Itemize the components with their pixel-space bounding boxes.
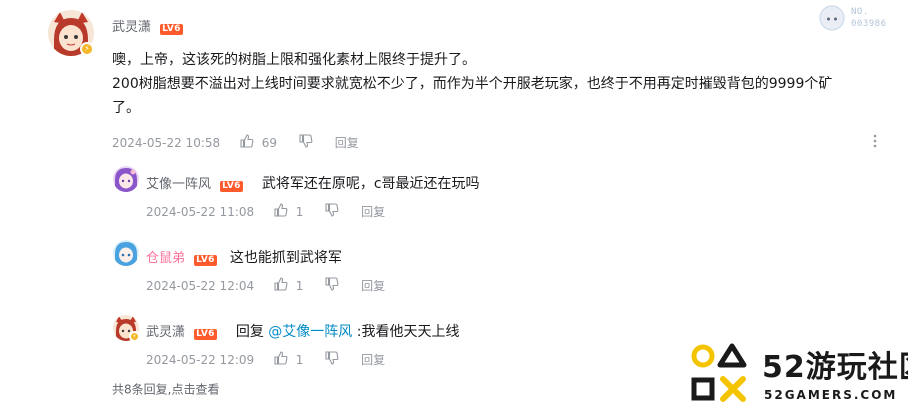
reply-button[interactable]: 回复 <box>335 136 359 150</box>
level-badge: LV6 <box>220 181 243 192</box>
watermark-title-cn: 游玩社区 <box>805 350 908 385</box>
fan-badge-avatar-icon <box>819 5 845 31</box>
comment-line: 噢，上帝，这该死的树脂上限和强化素材上限终于提升了。 <box>112 52 476 68</box>
reply-header: 仓鼠弟 LV6 这也能抓到武将军 <box>146 246 342 270</box>
watermark-domain: 52GAMERS.COM <box>764 388 898 402</box>
reply-meta: 2024-05-22 12:04 1 回复 <box>146 277 385 295</box>
comment-line: 了。 <box>112 100 140 116</box>
level-badge: LV6 <box>160 24 183 35</box>
fan-badge-label: NO. <box>851 7 869 17</box>
like-count: 69 <box>261 136 278 150</box>
like-count: 1 <box>295 353 304 367</box>
verified-badge-icon: ⚡ <box>80 42 94 56</box>
replies-footer: 共8条回复,点击查看 <box>112 381 219 398</box>
username[interactable]: 艾像一阵风 <box>146 177 211 192</box>
thumbs-down-icon[interactable] <box>325 203 339 221</box>
reply-content: 武将军还在原呢，c哥最近还在玩吗 <box>261 176 480 192</box>
reply-content: 回复 @艾像一阵风 :我看他天天上线 <box>236 324 460 340</box>
reply-date: 2024-05-22 12:04 <box>146 279 255 293</box>
reply-date: 2024-05-22 11:08 <box>146 205 255 219</box>
reply-count: 共8条回复, <box>112 382 172 397</box>
reply-header: 艾像一阵风 LV6 武将军还在原呢，c哥最近还在玩吗 <box>146 172 480 196</box>
avatar[interactable] <box>113 240 139 266</box>
gamepad-symbols-icon <box>691 343 747 402</box>
verified-badge-icon: ⚡ <box>129 331 140 342</box>
more-vertical-icon[interactable] <box>872 133 878 149</box>
fan-badge: NO. 003986 <box>818 4 898 36</box>
username[interactable]: 仓鼠弟 <box>146 251 185 266</box>
avatar[interactable] <box>113 166 139 192</box>
watermark-title-num: 52 <box>762 350 806 385</box>
level-badge: LV6 <box>194 255 217 266</box>
avatar-image <box>113 166 139 192</box>
reply-prefix: 回复 <box>235 324 269 340</box>
reply-text: :我看他天天上线 <box>352 324 460 340</box>
reply-button[interactable]: 回复 <box>361 353 385 367</box>
avatar-image <box>113 240 139 266</box>
thumbs-down-icon[interactable] <box>325 351 339 369</box>
like-count: 1 <box>295 205 304 219</box>
watermark-logo: 52游玩社区 52GAMERS.COM <box>690 342 908 410</box>
reply-date: 2024-05-22 12:09 <box>146 353 255 367</box>
watermark-title: 52游玩社区 <box>762 342 908 386</box>
username[interactable]: 武灵潇 <box>146 325 185 340</box>
reply-meta: 2024-05-22 11:08 1 回复 <box>146 203 385 221</box>
comment-content: 噢，上帝，这该死的树脂上限和强化素材上限终于提升了。 200树脂想要不溢出对上线… <box>112 48 892 120</box>
thumbs-down-icon[interactable] <box>325 277 339 295</box>
reply-header: 武灵潇 LV6 回复 @艾像一阵风 :我看他天天上线 <box>146 320 459 344</box>
view-all-link[interactable]: 点击查看 <box>171 383 219 397</box>
comment-header: 武灵潇 LV6 <box>112 16 183 36</box>
thumbs-up-icon[interactable] <box>274 203 288 221</box>
comment-line: 200树脂想要不溢出对上线时间要求就宽松不少了，而作为半个开服老玩家，也终于不用… <box>112 76 833 92</box>
reply-button[interactable]: 回复 <box>361 205 385 219</box>
thumbs-up-icon[interactable] <box>274 277 288 295</box>
fan-badge-number: 003986 <box>851 19 887 29</box>
thumbs-down-icon[interactable] <box>299 134 313 152</box>
reply-content: 这也能抓到武将军 <box>229 250 342 266</box>
comment-meta: 2024-05-22 10:58 69 回复 <box>112 134 892 152</box>
comment-date: 2024-05-22 10:58 <box>112 136 221 150</box>
like-count: 1 <box>295 279 304 293</box>
reply-button[interactable]: 回复 <box>361 279 385 293</box>
reply-meta: 2024-05-22 12:09 1 回复 <box>146 351 385 369</box>
thumbs-up-icon[interactable] <box>274 351 288 369</box>
level-badge: LV6 <box>194 329 217 340</box>
username[interactable]: 武灵潇 <box>112 20 151 35</box>
thumbs-up-icon[interactable] <box>240 134 254 152</box>
mention-link[interactable]: @艾像一阵风 <box>268 324 352 340</box>
